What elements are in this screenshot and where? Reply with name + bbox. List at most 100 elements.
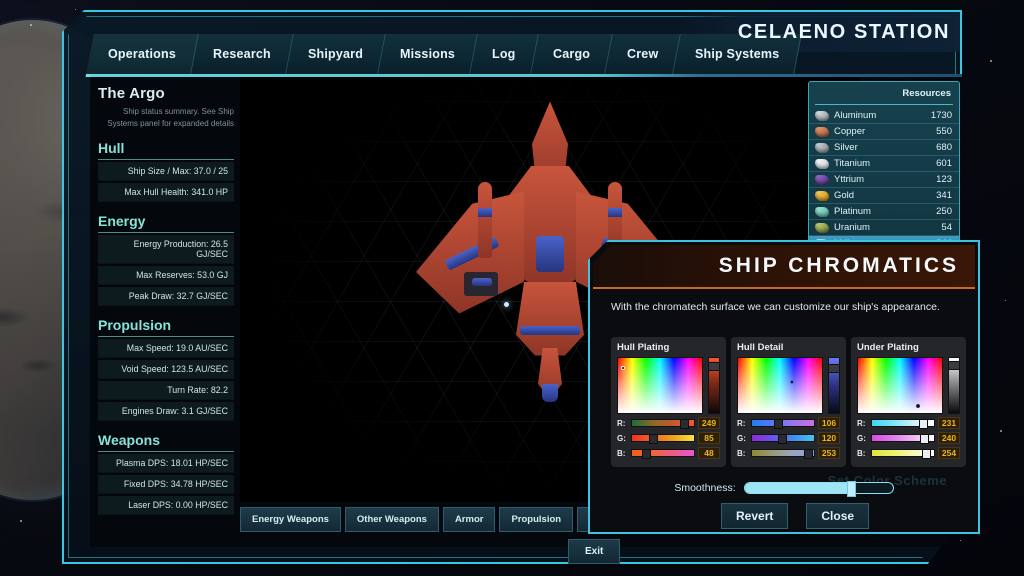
- tab-research[interactable]: Research: [191, 34, 294, 74]
- channel-knob-r[interactable]: [919, 419, 929, 429]
- channel-value-g: 85: [698, 432, 720, 444]
- channel-row-g[interactable]: G: 85: [617, 432, 720, 444]
- channel-slider-g[interactable]: [751, 434, 815, 444]
- ship-chromatics-header: SHIP CHROMATICS: [593, 245, 975, 289]
- channel-knob-b[interactable]: [804, 449, 814, 459]
- ship-status-panel: The Argo Ship status summary. See Ship S…: [90, 77, 240, 517]
- smoothness-slider-knob[interactable]: [846, 481, 856, 497]
- channel-row-b[interactable]: B: 253: [737, 447, 840, 459]
- hue-slider[interactable]: [708, 357, 720, 414]
- channel-knob-b[interactable]: [921, 449, 931, 459]
- resource-row-gold[interactable]: Gold 341: [809, 188, 959, 204]
- tab-label: Missions: [399, 47, 456, 61]
- tab-operations[interactable]: Operations: [86, 34, 199, 74]
- star: [960, 540, 961, 541]
- resource-row-copper[interactable]: Copper 550: [809, 124, 959, 140]
- stat-row: Laser DPS: 0.00 HP/SEC: [98, 496, 234, 516]
- tab-crew[interactable]: Crew: [604, 34, 681, 74]
- stat-row: Max Speed: 19.0 AU/SEC: [98, 339, 234, 359]
- section-title-energy: Energy: [98, 213, 146, 230]
- channel-slider-r[interactable]: [751, 419, 815, 429]
- saturation-value-field[interactable]: [617, 357, 703, 414]
- category-button-propulsion[interactable]: Propulsion: [499, 507, 574, 532]
- hue-slider-knob[interactable]: [708, 362, 720, 371]
- channel-slider-r[interactable]: [871, 419, 935, 429]
- exit-button[interactable]: Exit: [568, 539, 621, 564]
- tab-label: Research: [213, 47, 271, 61]
- smoothness-label: Smoothness:: [674, 482, 736, 494]
- resource-row-uranium[interactable]: Uranium 54: [809, 220, 959, 236]
- resource-row-aluminum[interactable]: Aluminum 1730: [809, 108, 959, 124]
- resource-row-yttrium[interactable]: Yttrium 123: [809, 172, 959, 188]
- yttrium-ore-icon: [815, 174, 829, 185]
- channel-knob-g[interactable]: [648, 434, 658, 444]
- resource-row-platinum[interactable]: Platinum 250: [809, 204, 959, 220]
- channel-knob-r[interactable]: [680, 419, 690, 429]
- smoothness-slider[interactable]: [743, 481, 894, 497]
- channel-value-b: 48: [698, 447, 720, 459]
- saturation-value-field[interactable]: [737, 357, 823, 414]
- hue-slider-knob[interactable]: [828, 364, 840, 373]
- channel-row-r[interactable]: R: 231: [857, 417, 960, 429]
- uranium-ore-icon: [815, 222, 829, 233]
- tab-missions[interactable]: Missions: [378, 34, 478, 74]
- ship-engine-housing: [516, 281, 584, 356]
- channel-row-g[interactable]: G: 240: [857, 432, 960, 444]
- channel-slider-b[interactable]: [871, 449, 935, 459]
- tab-shipyard[interactable]: Shipyard: [286, 34, 386, 74]
- resource-value: 250: [936, 206, 952, 217]
- close-button[interactable]: Close: [806, 503, 870, 529]
- channel-knob-g[interactable]: [778, 434, 788, 444]
- hue-slider[interactable]: [828, 357, 840, 414]
- revert-button[interactable]: Revert: [721, 503, 789, 529]
- channel-knob-g[interactable]: [920, 434, 930, 444]
- stat-row: Plasma DPS: 18.01 HP/SEC: [98, 454, 234, 474]
- resource-value: 550: [936, 126, 952, 137]
- resource-name: Copper: [834, 126, 866, 137]
- channel-slider-r[interactable]: [631, 419, 695, 429]
- ship-core-strip: [536, 235, 564, 272]
- color-picker-hull-plating[interactable]: Hull Plating R: 249 G: 85 B: 48: [611, 337, 726, 467]
- ship-chromatics-description: With the chromatech surface we can custo…: [611, 301, 940, 313]
- tab-label: Log: [492, 47, 516, 61]
- hue-slider-knob[interactable]: [948, 361, 960, 370]
- category-button-other-weapons[interactable]: Other Weapons: [344, 507, 439, 532]
- resource-row-titanium[interactable]: Titanium 601: [809, 156, 959, 172]
- channel-value-r: 106: [818, 417, 840, 429]
- category-button-energy-weapons[interactable]: Energy Weapons: [240, 507, 341, 532]
- stat-row: Fixed DPS: 34.78 HP/SEC: [98, 475, 234, 495]
- sv-selector-dot[interactable]: [916, 404, 920, 408]
- channel-slider-b[interactable]: [751, 449, 815, 459]
- channel-knob-r[interactable]: [774, 419, 784, 429]
- ship-left-pod: [478, 181, 492, 258]
- tab-label: Cargo: [552, 47, 590, 61]
- sv-selector-dot[interactable]: [621, 366, 625, 370]
- ship-tail-exhaust: [542, 383, 558, 402]
- channel-row-b[interactable]: B: 254: [857, 447, 960, 459]
- resource-row-silver[interactable]: Silver 680: [809, 140, 959, 156]
- sv-selector-dot[interactable]: [790, 380, 794, 384]
- color-picker-under-plating[interactable]: Under Plating R: 231 G: 240 B: 254: [851, 337, 966, 467]
- color-picker-hull-detail[interactable]: Hull Detail R: 106 G: 120 B: 253: [731, 337, 846, 467]
- stat-row: Peak Draw: 32.7 GJ/SEC: [98, 287, 234, 307]
- channel-label-g: G:: [857, 433, 866, 443]
- ship-engine-band: [520, 325, 580, 335]
- category-button-armor[interactable]: Armor: [442, 507, 496, 532]
- star: [990, 60, 992, 62]
- channel-row-b[interactable]: B: 48: [617, 447, 720, 459]
- channel-knob-b[interactable]: [641, 449, 651, 459]
- channel-label-b: B:: [857, 448, 866, 458]
- channel-slider-g[interactable]: [871, 434, 935, 444]
- saturation-value-field[interactable]: [857, 357, 943, 414]
- tab-log[interactable]: Log: [470, 34, 539, 74]
- resource-value: 123: [936, 174, 952, 185]
- channel-row-r[interactable]: R: 106: [737, 417, 840, 429]
- channel-slider-g[interactable]: [631, 434, 695, 444]
- tab-cargo[interactable]: Cargo: [530, 34, 613, 74]
- channel-row-g[interactable]: G: 120: [737, 432, 840, 444]
- stat-row: Max Reserves: 53.0 GJ: [98, 266, 234, 286]
- channel-row-r[interactable]: R: 249: [617, 417, 720, 429]
- hue-slider[interactable]: [948, 357, 960, 414]
- section-divider: [98, 336, 234, 338]
- channel-slider-b[interactable]: [631, 449, 695, 459]
